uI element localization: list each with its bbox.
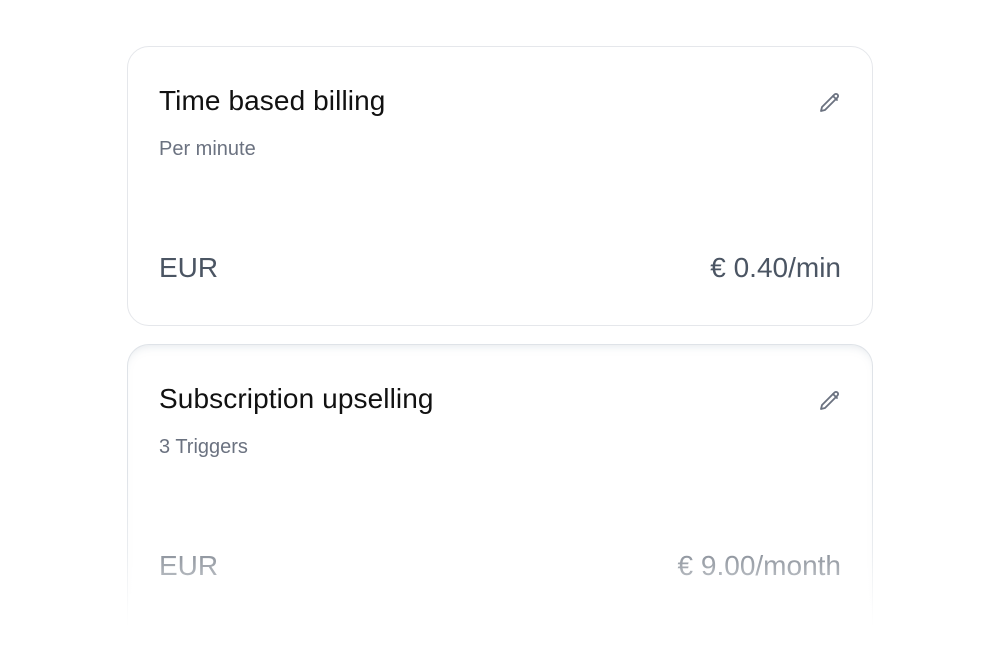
pencil-icon: [820, 391, 839, 410]
card-subtitle: 3 Triggers: [159, 436, 248, 458]
card-title: Time based billing: [159, 85, 386, 116]
price-value: € 9.00/month: [677, 550, 841, 581]
currency-label: EUR: [159, 252, 219, 283]
pricing-card-subscription-upselling[interactable]: Subscription upselling 3 Triggers EUR € …: [127, 344, 873, 644]
card-title: Subscription upselling: [159, 383, 434, 414]
pricing-card-time-based-billing[interactable]: Time based billing Per minute EUR € 0.40…: [127, 46, 873, 326]
price-value: € 0.40/min: [710, 252, 841, 283]
currency-label: EUR: [159, 550, 219, 581]
edit-button[interactable]: [816, 387, 844, 415]
pencil-icon: [820, 93, 839, 112]
card-subtitle: Per minute: [159, 138, 256, 160]
edit-button[interactable]: [816, 89, 844, 117]
